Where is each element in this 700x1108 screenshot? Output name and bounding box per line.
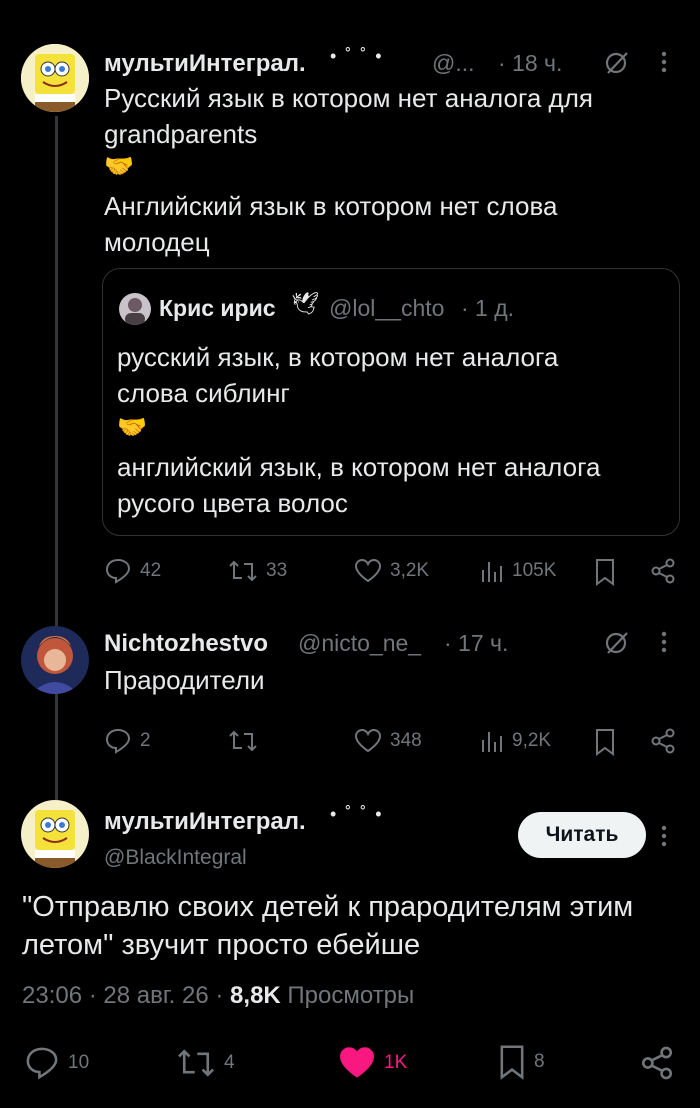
- repost-button[interactable]: 4: [176, 1046, 235, 1080]
- reply-icon: [105, 728, 131, 754]
- bookmark-icon: [500, 1045, 524, 1080]
- bookmark-button[interactable]: [594, 728, 616, 756]
- share-button[interactable]: [640, 1046, 674, 1080]
- post-meta: 23:06 · 28 авг. 26 · 8,8K Просмотры: [22, 982, 414, 1010]
- quote-time: · 1 д.: [461, 295, 515, 321]
- views-button[interactable]: 9,2K: [480, 728, 551, 754]
- share-button[interactable]: [650, 728, 676, 754]
- quote-author-name: Крис ирис: [159, 295, 276, 321]
- handshake-emoji: 🤝: [117, 414, 147, 441]
- author-name[interactable]: мультиИнтеграл.: [104, 50, 306, 78]
- repost-button[interactable]: [228, 728, 258, 754]
- share-icon: [651, 558, 675, 584]
- quote-text-line: русого цвета волос: [117, 488, 348, 518]
- bookmark-button[interactable]: 8: [498, 1044, 545, 1080]
- more-icon[interactable]: [660, 50, 668, 79]
- author-name[interactable]: Nichtozhestvo: [104, 630, 268, 658]
- tweet-text: Прародители: [104, 665, 265, 695]
- bookmark-button[interactable]: [594, 558, 616, 586]
- views-button[interactable]: 105K: [480, 558, 556, 584]
- author-handle[interactable]: @nicto_ne_: [298, 630, 421, 657]
- bookmark-icon: [596, 559, 614, 586]
- post-timestamp[interactable]: 23:06 · 28 авг. 26 ·: [22, 982, 223, 1009]
- tweet-text-line: Английский язык в котором нет слова: [104, 191, 558, 221]
- grok-icon[interactable]: [604, 630, 630, 661]
- name-decoration: • ˚ ˚ •: [330, 804, 384, 824]
- reply-icon: [26, 1047, 58, 1080]
- more-icon[interactable]: [660, 824, 668, 853]
- name-decoration: • ˚ ˚ •: [330, 46, 384, 66]
- like-button[interactable]: 348: [354, 728, 422, 754]
- bookmark-icon: [596, 729, 614, 756]
- like-icon: [354, 728, 382, 753]
- quote-author-handle: @lol__chto: [329, 295, 445, 321]
- tweet-text-line: grandparents: [104, 119, 258, 149]
- handshake-emoji: 🤝: [104, 153, 134, 180]
- views-icon: [482, 562, 502, 582]
- author-name[interactable]: мультиИнтеграл.: [104, 808, 306, 836]
- tweet-text-line: летом" звучит просто ебейше: [22, 929, 421, 961]
- repost-icon: [178, 1049, 214, 1077]
- views-count: 8,8K: [230, 982, 281, 1009]
- quoted-tweet[interactable]: Крис ирис 🕊 @lol__chto · 1 д. русский яз…: [102, 268, 680, 536]
- tweet-text-line: "Отправлю своих детей к прародителям эти…: [22, 891, 634, 923]
- more-icon[interactable]: [660, 630, 668, 659]
- repost-icon: [229, 560, 257, 582]
- share-button[interactable]: [650, 558, 676, 584]
- subscribe-button[interactable]: Читать: [518, 812, 646, 858]
- views-label: Просмотры: [287, 982, 415, 1009]
- post-time[interactable]: · 18 ч.: [498, 50, 562, 77]
- views-icon: [482, 732, 502, 752]
- tweet-text-line: Русский язык в котором нет аналога для: [104, 83, 593, 113]
- grok-icon[interactable]: [604, 50, 630, 81]
- post-time[interactable]: · 17 ч.: [444, 630, 508, 657]
- share-icon: [641, 1046, 673, 1080]
- quote-text-line: английский язык, в котором нет аналога: [117, 452, 601, 482]
- avatar[interactable]: [21, 626, 89, 694]
- share-icon: [651, 728, 675, 754]
- thread-line: [55, 116, 58, 800]
- dove-emoji: 🕊: [291, 291, 319, 316]
- quote-text-line: слова сиблинг: [117, 378, 290, 408]
- like-icon: [339, 1047, 375, 1078]
- tweet-text-line: молодец: [104, 227, 210, 257]
- like-button[interactable]: 1K: [338, 1046, 407, 1080]
- author-handle[interactable]: @BlackIntegral: [104, 846, 247, 870]
- like-icon: [354, 558, 382, 583]
- quote-text-line: русский язык, в котором нет аналога: [117, 342, 559, 372]
- repost-button[interactable]: 33: [228, 558, 287, 584]
- reply-button[interactable]: 10: [24, 1046, 89, 1080]
- author-handle[interactable]: @...: [432, 50, 475, 77]
- quote-avatar: [119, 293, 151, 325]
- reply-button[interactable]: 2: [104, 728, 151, 754]
- avatar[interactable]: [21, 800, 89, 868]
- avatar[interactable]: [21, 44, 89, 112]
- reply-button[interactable]: 42: [104, 558, 161, 584]
- reply-icon: [105, 558, 131, 584]
- repost-icon: [229, 730, 257, 752]
- like-button[interactable]: 3,2K: [354, 558, 429, 584]
